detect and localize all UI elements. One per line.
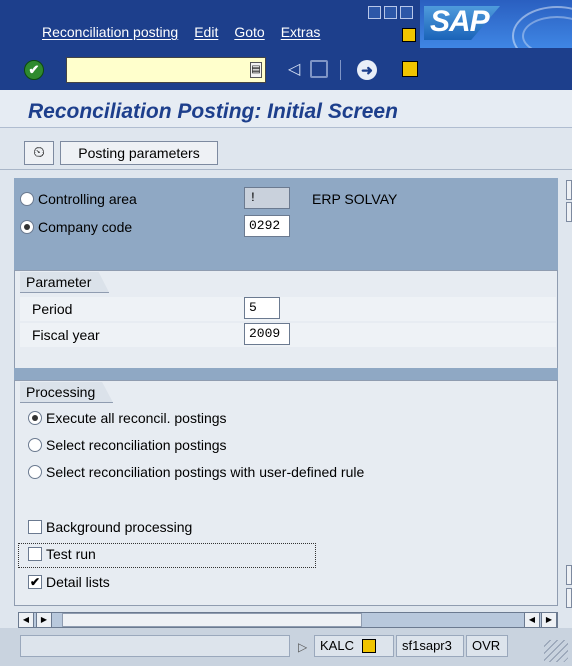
scrollbar-thumb[interactable] bbox=[62, 613, 362, 627]
detail-lists-label: Detail lists bbox=[46, 574, 110, 590]
nav-back-arrow-icon[interactable]: ◁ bbox=[288, 60, 300, 80]
company-code-label: Company code bbox=[38, 219, 133, 235]
resize-grip-icon[interactable] bbox=[544, 640, 568, 662]
close-button[interactable] bbox=[400, 6, 413, 19]
test-run-label: Test run bbox=[46, 546, 96, 562]
minimize-button[interactable] bbox=[368, 6, 381, 19]
command-field[interactable] bbox=[66, 57, 266, 83]
status-expand-icon[interactable]: ▷ bbox=[298, 640, 307, 654]
test-run-checkbox[interactable] bbox=[28, 547, 42, 561]
window-buttons bbox=[368, 6, 413, 19]
company-code-radio[interactable] bbox=[20, 220, 34, 234]
controlling-area-radio[interactable] bbox=[20, 192, 34, 206]
status-info-icon[interactable] bbox=[362, 639, 376, 653]
processing-group-title: Processing bbox=[20, 382, 114, 403]
menu: Reconciliation posting Edit Goto Extras bbox=[42, 24, 320, 40]
posting-parameters-button[interactable]: Posting parameters bbox=[60, 141, 218, 165]
status-message bbox=[20, 635, 290, 657]
scroll-right-icon[interactable]: ▶ bbox=[36, 612, 52, 628]
ok-icon[interactable]: ✔ bbox=[24, 60, 44, 80]
more-menu-icon[interactable] bbox=[402, 28, 416, 42]
toolbar-separator bbox=[340, 60, 341, 80]
controlling-area-field[interactable]: ! bbox=[244, 187, 290, 209]
period-label: Period bbox=[32, 301, 73, 317]
menu-goto[interactable]: Goto bbox=[234, 24, 264, 40]
back-icon[interactable]: ➜ bbox=[357, 60, 377, 80]
status-server: sf1sapr3 bbox=[396, 635, 464, 657]
execute-all-radio[interactable] bbox=[28, 411, 42, 425]
period-row bbox=[20, 297, 556, 321]
controlling-area-label: Controlling area bbox=[38, 191, 137, 207]
user-defined-rule-radio[interactable] bbox=[28, 465, 42, 479]
select-postings-label: Select reconciliation postings bbox=[46, 437, 227, 453]
menu-reconciliation-posting[interactable]: Reconciliation posting bbox=[42, 24, 178, 40]
more-functions-icon[interactable] bbox=[402, 61, 418, 77]
status-mode: OVR bbox=[466, 635, 508, 657]
side-control-top[interactable] bbox=[566, 180, 572, 200]
scroll-left-icon[interactable]: ◀ bbox=[18, 612, 34, 628]
company-code-field[interactable]: 0292 bbox=[244, 215, 290, 237]
period-field[interactable]: 5 bbox=[244, 297, 280, 319]
command-field-dropdown-icon[interactable]: ▤ bbox=[250, 62, 262, 78]
execute-all-label: Execute all reconcil. postings bbox=[46, 410, 227, 426]
parameter-group-title: Parameter bbox=[20, 272, 110, 293]
select-postings-radio[interactable] bbox=[28, 438, 42, 452]
fiscal-year-field[interactable]: 2009 bbox=[244, 323, 290, 345]
group-separator bbox=[14, 368, 558, 380]
scroll-left-end-icon[interactable]: ◀ bbox=[524, 612, 540, 628]
detail-lists-checkbox[interactable]: ✔ bbox=[28, 575, 42, 589]
user-defined-rule-label: Select reconciliation postings with user… bbox=[46, 464, 365, 480]
maximize-button[interactable] bbox=[384, 6, 397, 19]
execute-button[interactable]: ⏲ bbox=[24, 141, 54, 165]
side-control-second[interactable] bbox=[566, 202, 572, 222]
side-control-lower[interactable] bbox=[566, 565, 572, 585]
background-processing-label: Background processing bbox=[46, 519, 193, 535]
menu-edit[interactable]: Edit bbox=[194, 24, 218, 40]
scroll-right-end-icon[interactable]: ▶ bbox=[541, 612, 557, 628]
sap-logo: SAP bbox=[420, 0, 572, 48]
execute-icon: ⏲ bbox=[33, 144, 45, 161]
page-title: Reconciliation Posting: Initial Screen bbox=[28, 100, 398, 123]
fiscal-year-label: Fiscal year bbox=[32, 327, 100, 343]
status-transaction: KALC bbox=[314, 635, 394, 657]
background-processing-checkbox[interactable] bbox=[28, 520, 42, 534]
sap-logo-text: SAP bbox=[430, 5, 490, 38]
side-control-bottom[interactable] bbox=[566, 588, 572, 608]
save-icon[interactable] bbox=[310, 60, 328, 78]
menu-extras[interactable]: Extras bbox=[281, 24, 321, 40]
controlling-area-description: ERP SOLVAY bbox=[312, 191, 398, 207]
